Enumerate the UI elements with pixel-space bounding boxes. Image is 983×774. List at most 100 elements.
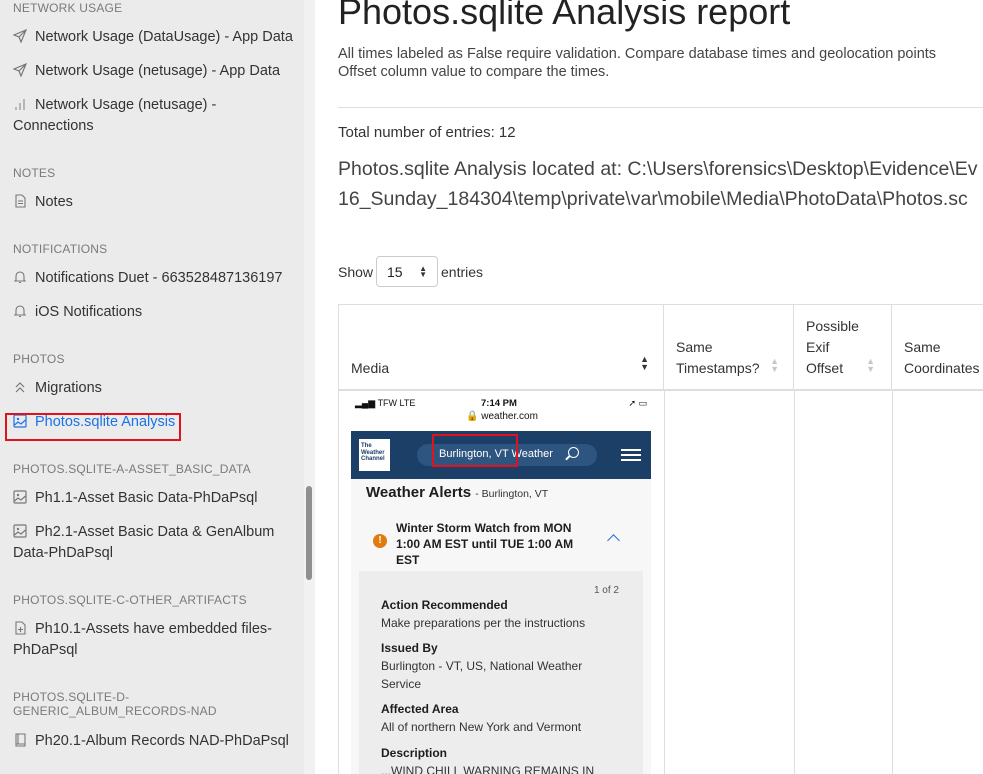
chevrons-up-icon [13,380,27,394]
column-header-line: Possible [806,318,859,334]
sidebar: NETWORK USAGE Network Usage (DataUsage) … [0,0,304,774]
column-header-line: Offset [806,360,844,376]
area-text: All of northern New York and Vermont [381,720,582,734]
sort-icon: ▲ ▼ [866,356,875,374]
total-entries: Total number of entries: 12 [338,124,516,141]
highlight-box [5,413,181,441]
send-icon [13,63,27,77]
sidebar-item-ph10-1[interactable]: Ph10.1-Assets have embedded files-PhDaPs… [13,619,293,661]
weather-channel-logo: The Weather Channel [359,439,390,471]
report-description: All times labeled as False require valid… [338,45,936,81]
main-content: Photos.sqlite Analysis report All times … [315,0,983,774]
select-arrows-icon: ▲ ▼ [419,264,427,279]
sidebar-heading-other-artifacts: PHOTOS.SQLITE-C-OTHER_ARTIFACTS [13,593,247,607]
issued-heading: Issued By [381,641,438,655]
report-description-line: Offset column value to compare the times… [338,64,610,80]
storm-watch-text: Winter Storm Watch from MON 1:00 AM EST … [396,521,574,567]
entries-label: entries [441,264,484,280]
media-thumbnail[interactable]: ▂▄▆ TFW LTE 7:14 PM 🔒 weather.com ➚ ▭ Th… [351,396,651,774]
bar-chart-icon [13,97,27,111]
page-size-value: 15 [387,264,403,280]
divider [338,107,983,108]
sidebar-item-label: Ph20.1-Album Records NAD-PhDaPsql [35,733,289,749]
report-description-line: All times labeled as False require valid… [338,46,937,62]
highlight-box [432,434,518,467]
column-header-exif-offset[interactable]: Possible Exif Offset ▲ ▼ [794,305,892,390]
sidebar-item-ios-notifications[interactable]: iOS Notifications [13,302,293,323]
column-header-line: Timestamps? [676,360,760,376]
column-divider [664,391,665,774]
sidebar-item-label: Notifications Duet - 663528487136197 [35,270,283,286]
alert-details-panel: 1 of 2 Action Recommended Make preparati… [359,571,643,774]
phone-time: 7:14 PM [481,398,517,409]
sidebar-item-label: Network Usage (netusage) - Connections [13,97,217,134]
sidebar-item-network-netusage-connections[interactable]: Network Usage (netusage) - Connections [13,95,293,137]
hamburger-menu-icon [621,449,641,463]
sidebar-heading-photos: PHOTOS [13,352,65,366]
column-header-line: Same [676,339,713,355]
battery-icon: ➚ ▭ [628,398,647,408]
report-location-line: Photos.sqlite Analysis located at: C:\Us… [338,158,978,180]
report-location-line: 16_Sunday_184304\temp\private\var\mobile… [338,188,968,210]
file-plus-icon [13,621,27,635]
weather-alerts-location: - Burlington, VT [475,488,549,500]
book-icon [13,733,27,747]
sidebar-item-ph1-1[interactable]: Ph1.1-Asset Basic Data-PhDaPsql [13,488,293,509]
column-header-label: Same Coordinates [904,337,980,379]
column-header-same-coordinates[interactable]: Same Coordinates [892,305,983,390]
bell-icon [13,304,27,318]
search-icon [568,447,579,458]
column-header-same-timestamps[interactable]: Same Timestamps? ▲ ▼ [664,305,794,390]
chevron-up-icon [607,534,620,547]
sidebar-scrollbar-thumb[interactable] [306,486,312,580]
sidebar-item-label: Network Usage (netusage) - App Data [35,63,281,79]
warning-icon: ! [373,534,387,548]
column-header-line: Exif [806,339,830,355]
sidebar-item-network-netusage-app[interactable]: Network Usage (netusage) - App Data [13,61,293,82]
weather-alerts-heading: Weather Alerts - Burlington, VT [366,484,549,501]
column-header-media[interactable]: Media ▲ ▼ [339,305,664,390]
column-header-label: Possible Exif Offset [806,316,859,379]
signal-carrier: ▂▄▆ TFW LTE [355,398,416,408]
report-location: Photos.sqlite Analysis located at: C:\Us… [338,154,977,214]
sidebar-scrollbar[interactable] [304,0,315,774]
column-header-line: Coordinates [904,360,980,376]
page-size-select[interactable]: 15 ▲ ▼ [376,256,438,287]
sidebar-heading-generic-album-records: PHOTOS.SQLITE-D-GENERIC_ALBUM_RECORDS-NA… [13,690,217,718]
column-header-label: Same Timestamps? [676,337,760,379]
column-divider [892,391,893,774]
sidebar-item-ph2-1[interactable]: Ph2.1-Asset Basic Data & GenAlbum Data-P… [13,522,293,564]
action-heading: Action Recommended [381,598,508,612]
column-divider [794,391,795,774]
phone-url: 🔒 weather.com [466,411,538,422]
sidebar-item-label: Migrations [35,380,102,396]
sidebar-item-label: Network Usage (DataUsage) - App Data [35,29,293,45]
sidebar-item-network-datausage[interactable]: Network Usage (DataUsage) - App Data [13,27,293,48]
sidebar-item-notifications-duet[interactable]: Notifications Duet - 663528487136197 [13,268,293,289]
sidebar-item-notes[interactable]: Notes [13,192,293,213]
area-heading: Affected Area [381,702,459,716]
sidebar-item-label: Ph1.1-Asset Basic Data-PhDaPsql [35,490,258,506]
sidebar-item-ph20-1[interactable]: Ph20.1-Album Records NAD-PhDaPsql [13,731,293,752]
page-title: Photos.sqlite Analysis report [338,0,791,32]
sidebar-heading-notes: NOTES [13,166,56,180]
action-text: Make preparations per the instructions [381,616,586,630]
sort-icon: ▲ ▼ [770,356,779,374]
sidebar-item-label: iOS Notifications [35,304,143,320]
sidebar-item-label: Notes [35,194,73,210]
table-header: Media ▲ ▼ Same Timestamps? ▲ ▼ Possible Exif… [339,304,983,391]
phone-status-bar: ▂▄▆ TFW LTE 7:14 PM 🔒 weather.com ➚ ▭ [351,396,651,431]
data-table: Media ▲ ▼ Same Timestamps? ▲ ▼ Possible Exif… [338,304,983,774]
column-header-label: Media [351,360,390,376]
column-header-line: Same [904,339,941,355]
image-icon [13,490,27,504]
send-icon [13,29,27,43]
sidebar-heading-network-usage: NETWORK USAGE [13,1,123,15]
sidebar-item-migrations[interactable]: Migrations [13,378,293,399]
description-text: ...WIND CHILL WARNING REMAINS IN [381,764,595,774]
description-heading: Description [381,746,448,760]
issued-text: Burlington - VT, US, National Weather Se… [381,659,583,691]
image-icon [13,524,27,538]
sidebar-item-label: Ph10.1-Assets have embedded files-PhDaPs… [13,621,272,658]
page-counter: 1 of 2 [593,585,619,596]
